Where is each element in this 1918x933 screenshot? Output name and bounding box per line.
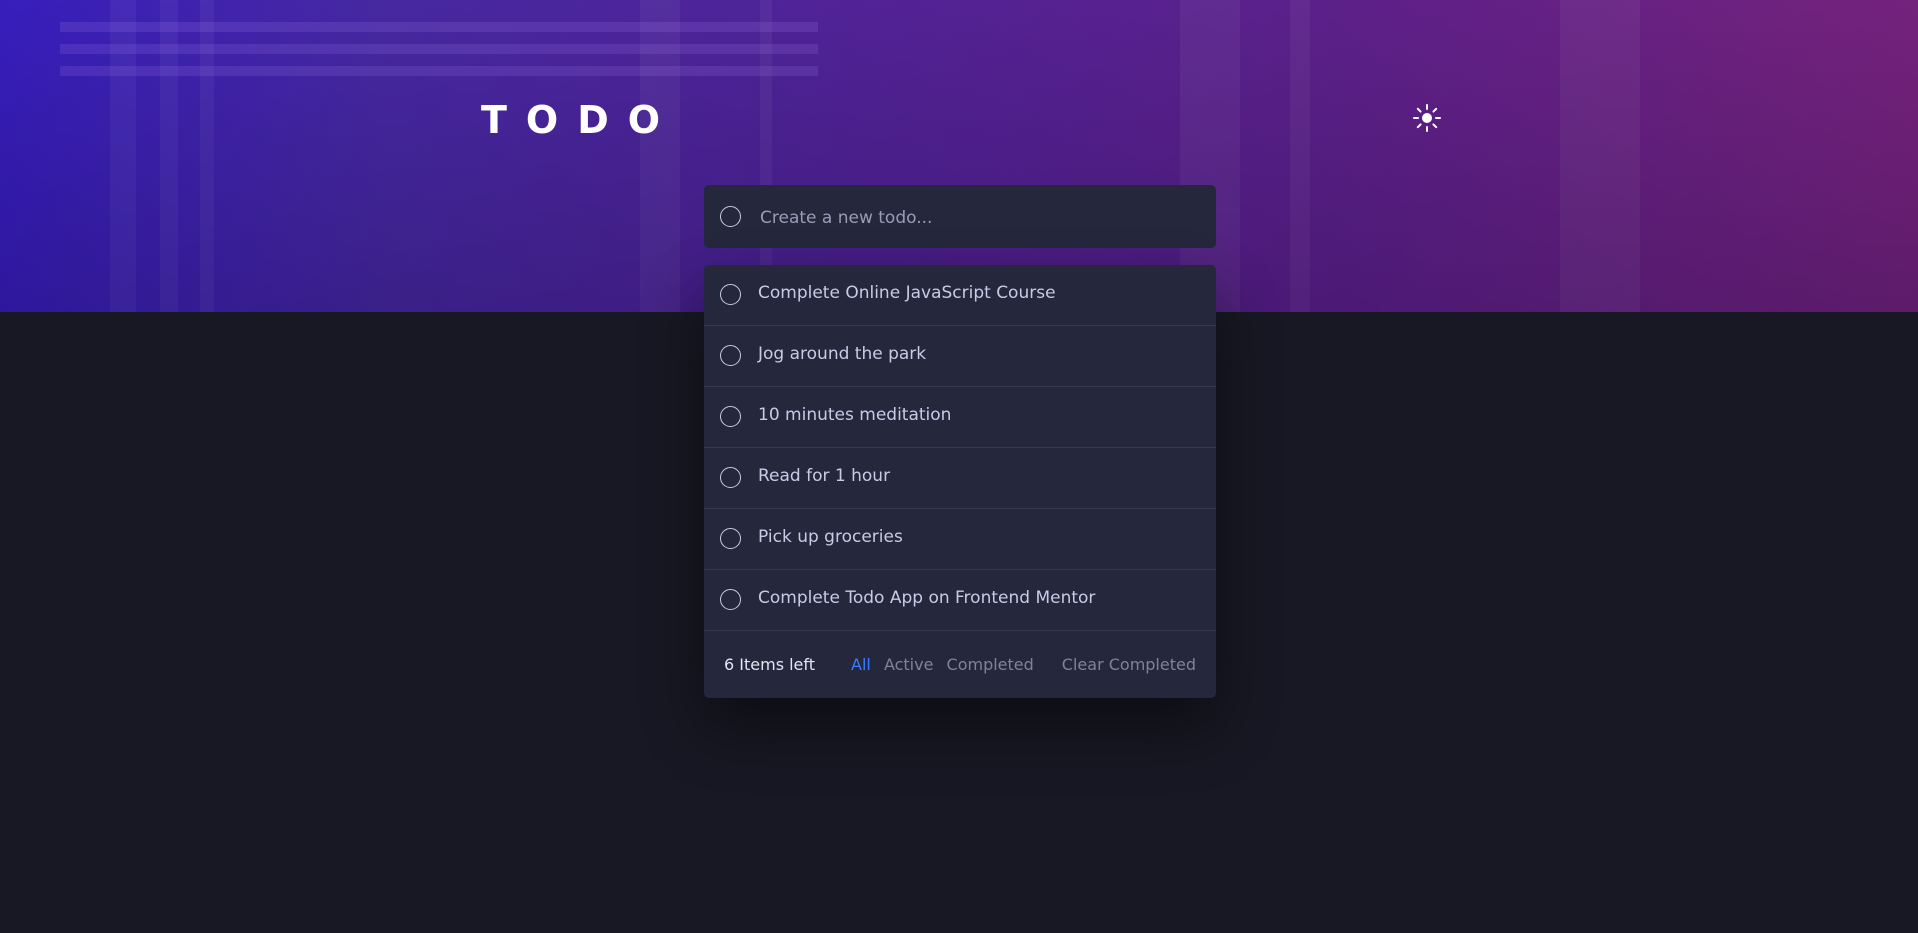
new-todo-input[interactable] [758, 201, 1192, 235]
clear-completed-button[interactable]: Clear Completed [1062, 655, 1196, 674]
todo-item[interactable]: Pick up groceries [704, 509, 1216, 570]
todo-item[interactable]: Complete Todo App on Frontend Mentor [704, 570, 1216, 631]
filter-group: All Active Completed [851, 655, 1042, 674]
todo-text: Jog around the park [758, 344, 927, 364]
new-todo-checkbox[interactable] [720, 206, 741, 227]
filter-all[interactable]: All [851, 655, 871, 674]
todo-checkbox[interactable] [720, 406, 741, 427]
todo-checkbox[interactable] [720, 345, 741, 366]
theme-toggle-button[interactable] [1412, 103, 1442, 133]
todo-list: Complete Online JavaScript Course Jog ar… [704, 265, 1216, 698]
todo-text: Complete Online JavaScript Course [758, 283, 1056, 303]
app-title: TODO [481, 98, 680, 142]
new-todo-card [704, 185, 1216, 248]
todo-text: Read for 1 hour [758, 466, 891, 486]
filter-completed[interactable]: Completed [947, 655, 1034, 674]
items-left-count: 6 Items left [724, 655, 816, 674]
todo-checkbox[interactable] [720, 284, 741, 305]
todo-checkbox[interactable] [720, 528, 741, 549]
todo-text: 10 minutes meditation [758, 405, 952, 425]
todo-checkbox[interactable] [720, 467, 741, 488]
list-footer: 6 Items left All Active Completed Clear … [704, 631, 1216, 698]
todo-text: Pick up groceries [758, 527, 903, 547]
todo-item[interactable]: Read for 1 hour [704, 448, 1216, 509]
todo-item[interactable]: Complete Online JavaScript Course [704, 265, 1216, 326]
todo-checkbox[interactable] [720, 589, 741, 610]
sun-icon [1413, 104, 1441, 132]
todo-text: Complete Todo App on Frontend Mentor [758, 588, 1096, 608]
filter-active[interactable]: Active [884, 655, 934, 674]
todo-item[interactable]: 10 minutes meditation [704, 387, 1216, 448]
todo-item[interactable]: Jog around the park [704, 326, 1216, 387]
